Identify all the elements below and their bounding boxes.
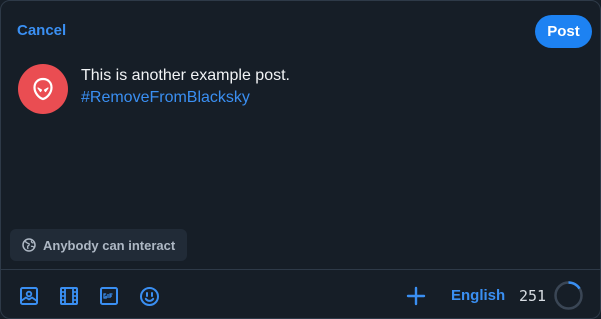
add-gif-button[interactable]	[98, 285, 120, 307]
character-progress-ring	[554, 281, 583, 310]
image-icon	[20, 287, 38, 305]
emoji-icon	[139, 286, 159, 306]
video-icon	[60, 287, 78, 305]
add-video-button[interactable]	[58, 285, 80, 307]
toolbar-divider	[1, 269, 600, 270]
post-body-text: This is another example post.	[81, 67, 290, 84]
emoji-button[interactable]	[138, 285, 160, 307]
add-image-button[interactable]	[18, 285, 40, 307]
post-text-area[interactable]: This is another example post. #RemoveFro…	[81, 65, 581, 109]
add-thread-post-button[interactable]	[405, 285, 427, 307]
hashtag-link[interactable]: #RemoveFromBlacksky	[81, 87, 581, 109]
language-selector[interactable]: English	[451, 287, 505, 304]
alien-icon	[33, 77, 53, 101]
earth-icon	[22, 238, 36, 252]
gif-icon	[100, 287, 118, 305]
post-composer: Cancel Post This is another example post…	[0, 0, 601, 319]
interaction-settings-button[interactable]: Anybody can interact	[10, 229, 188, 261]
post-button[interactable]: Post	[535, 15, 592, 48]
character-count: 251	[519, 287, 547, 305]
avatar[interactable]	[18, 64, 68, 114]
plus-icon	[406, 286, 426, 306]
cancel-button[interactable]: Cancel	[17, 22, 66, 39]
interaction-label: Anybody can interact	[43, 237, 176, 253]
